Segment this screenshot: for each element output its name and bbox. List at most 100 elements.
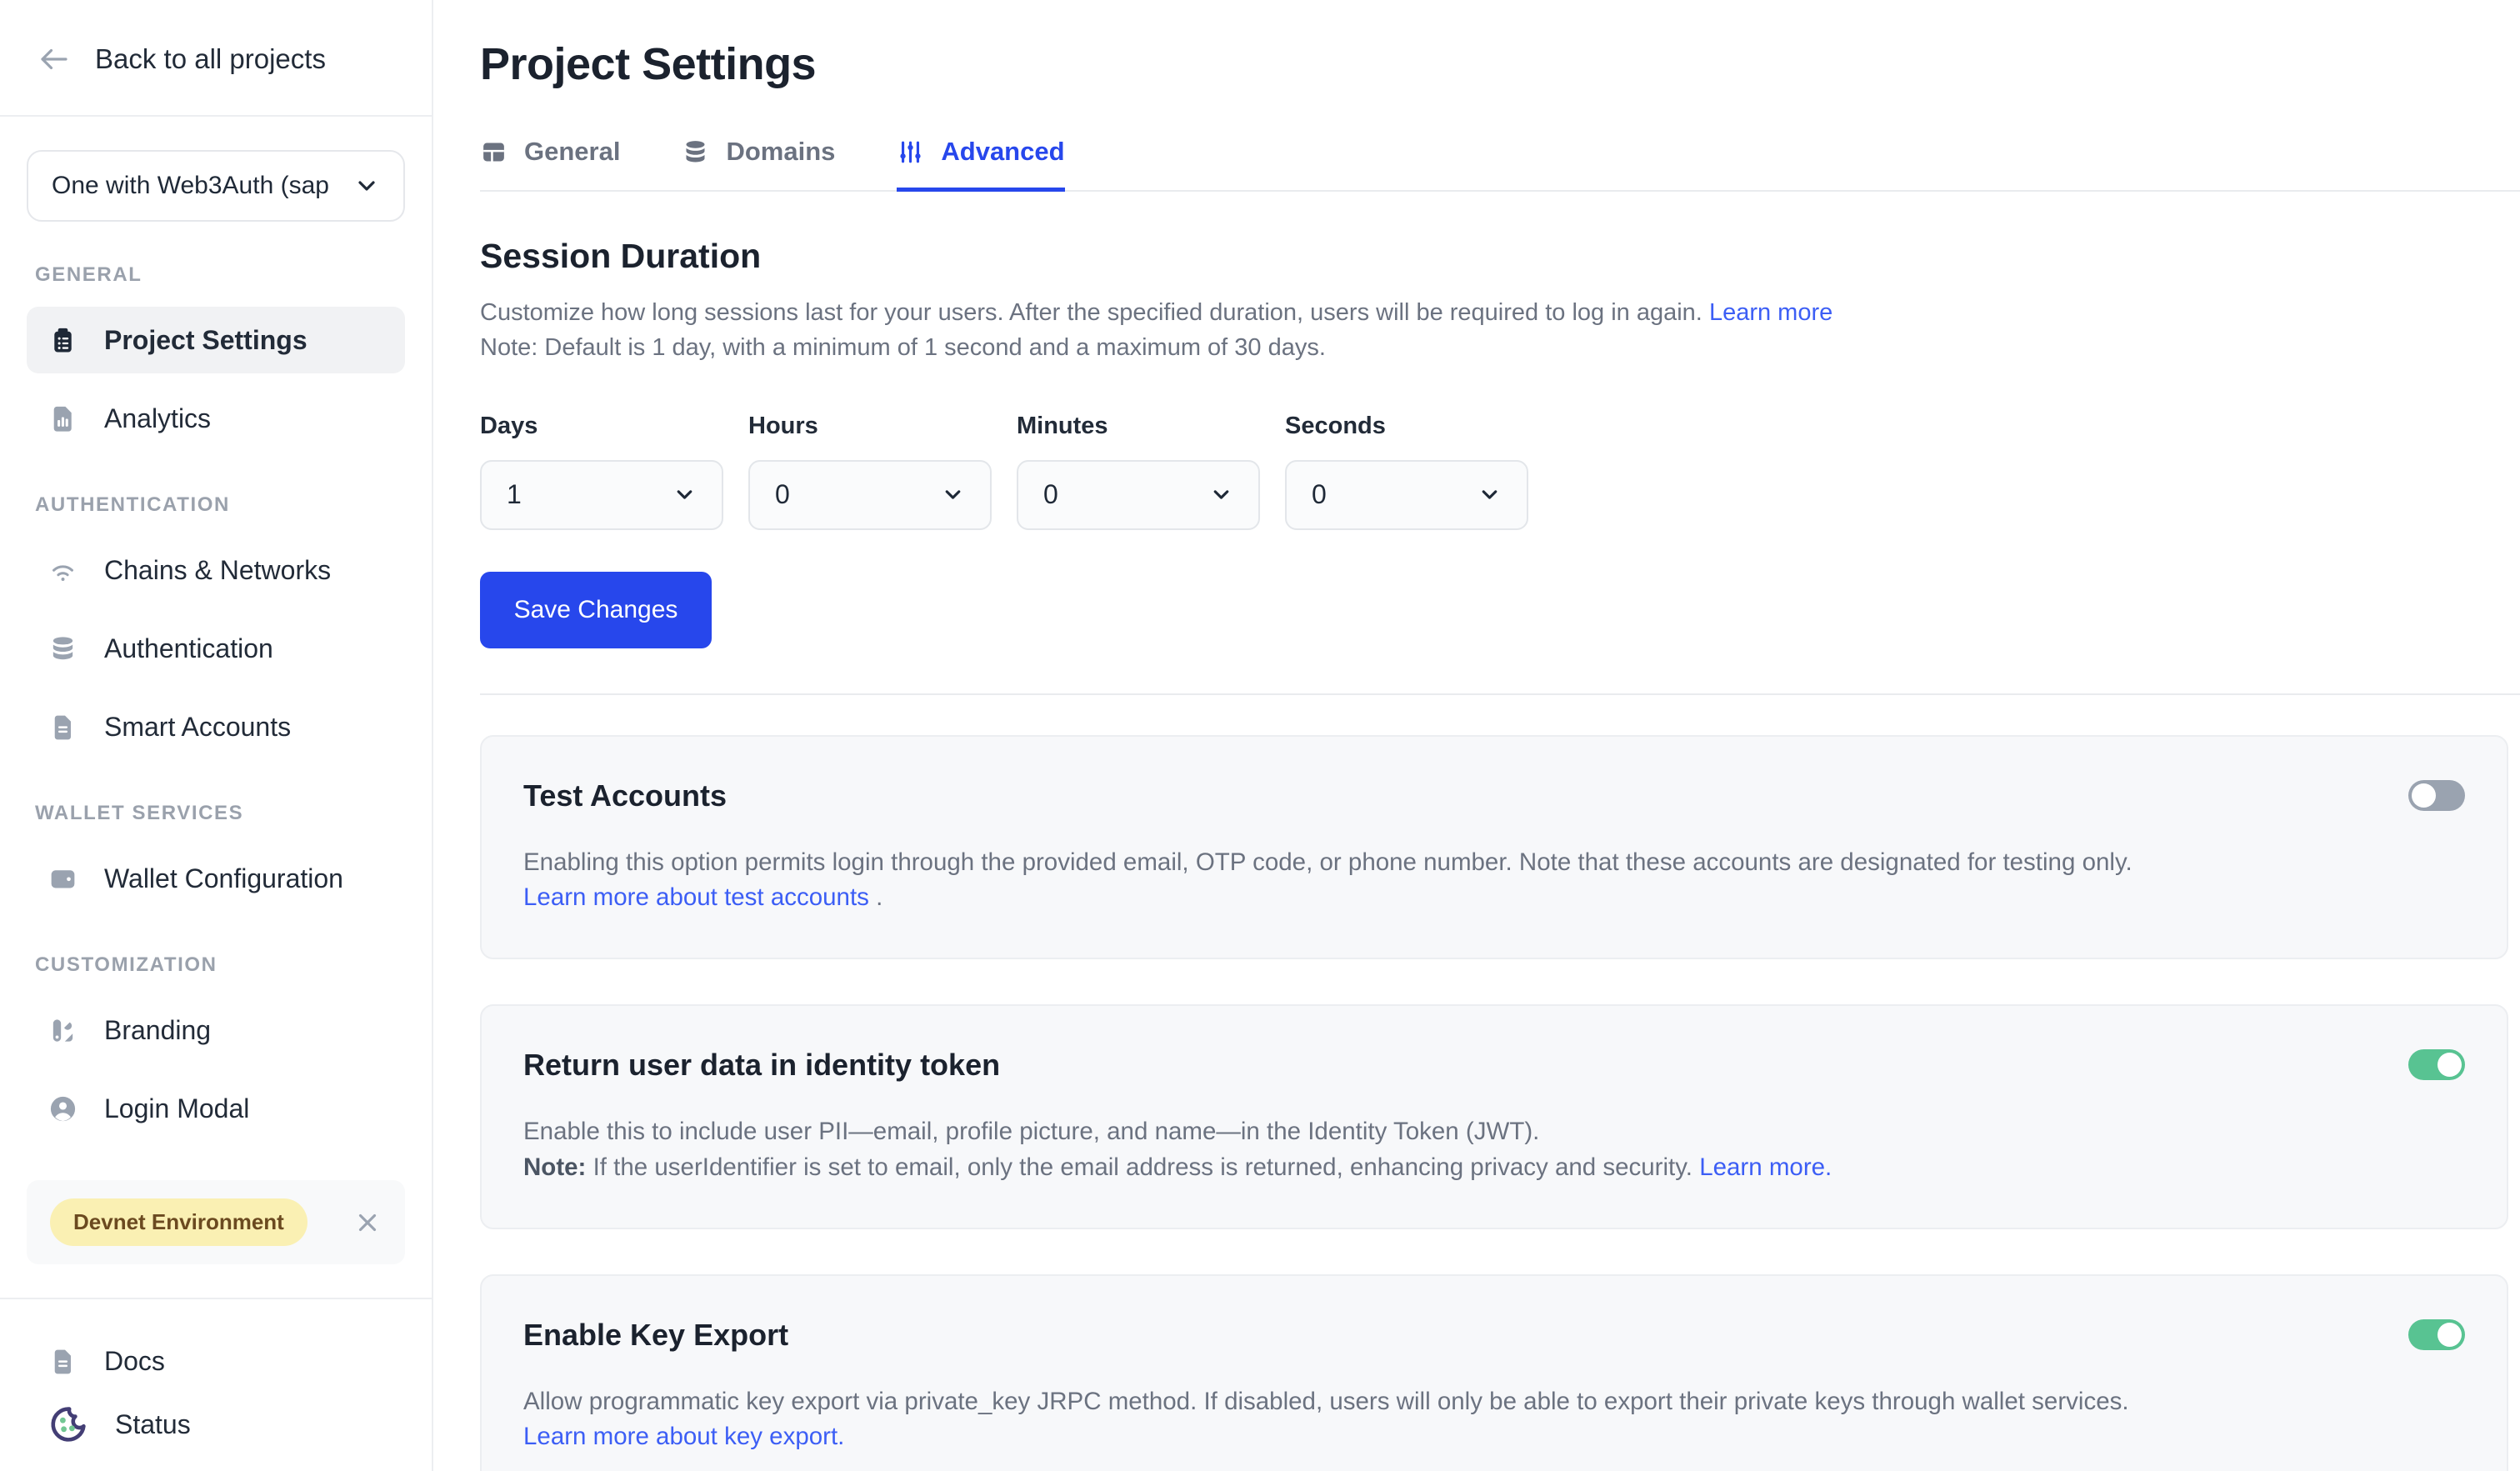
- document-icon: [48, 1347, 78, 1376]
- card-note-line: Note: If the userIdentifier is set to em…: [523, 1150, 2182, 1186]
- database-icon: [48, 634, 78, 663]
- section-label-customization: CUSTOMIZATION: [35, 953, 405, 977]
- sidebar-item-login-modal[interactable]: Login Modal: [27, 1075, 405, 1142]
- seconds-label: Seconds: [1285, 413, 1528, 440]
- card-title: Enable Key Export: [523, 1318, 2465, 1353]
- wallet-icon: [48, 864, 78, 893]
- duration-fields: Days 1 Hours 0 Minutes 0: [480, 413, 2520, 530]
- toggle-knob: [2438, 1323, 2462, 1347]
- tab-label: Advanced: [941, 137, 1064, 167]
- session-learn-more-link[interactable]: Learn more: [1709, 299, 1832, 326]
- nav-label: Chains & Networks: [104, 555, 331, 586]
- environment-card: Devnet Environment: [27, 1180, 405, 1264]
- identity-token-learn-more-link[interactable]: Learn more.: [1699, 1153, 1832, 1181]
- main-content: Project Settings General Domains Advance…: [433, 0, 2520, 1471]
- nav-label: Wallet Configuration: [104, 863, 343, 894]
- chevron-down-icon: [941, 483, 965, 507]
- nav-label: Analytics: [104, 403, 211, 434]
- sidebar: Back to all projects One with Web3Auth (…: [0, 0, 433, 1471]
- document-icon: [48, 713, 78, 742]
- card-title: Return user data in identity token: [523, 1048, 2465, 1083]
- hours-value: 0: [775, 479, 790, 510]
- chevron-down-icon: [1478, 483, 1502, 507]
- tab-domains[interactable]: Domains: [682, 137, 835, 190]
- seconds-select[interactable]: 0: [1285, 460, 1528, 530]
- note-label: Note:: [523, 1153, 586, 1181]
- test-accounts-card: Test Accounts Enabling this option permi…: [480, 735, 2508, 960]
- card-title: Test Accounts: [523, 778, 2465, 813]
- nav-label: Smart Accounts: [104, 712, 291, 743]
- environment-badge: Devnet Environment: [50, 1198, 308, 1246]
- user-icon: [48, 1094, 78, 1123]
- card-description: Enabling this option permits login throu…: [523, 845, 2182, 917]
- tab-advanced[interactable]: Advanced: [897, 137, 1064, 190]
- tab-label: Domains: [726, 137, 835, 167]
- seconds-field: Seconds 0: [1285, 413, 1528, 530]
- test-accounts-learn-more-link[interactable]: Learn more about test accounts: [523, 883, 869, 911]
- card-description-text: Enable this to include user PII—email, p…: [523, 1114, 2182, 1150]
- save-changes-button[interactable]: Save Changes: [480, 572, 712, 648]
- days-select[interactable]: 1: [480, 460, 723, 530]
- session-duration-title: Session Duration: [480, 237, 2520, 276]
- sidebar-item-project-settings[interactable]: Project Settings: [27, 307, 405, 373]
- sidebar-item-chains-networks[interactable]: Chains & Networks: [27, 537, 405, 603]
- chevron-down-icon: [353, 173, 380, 199]
- key-export-card: Enable Key Export Allow programmatic key…: [480, 1274, 2508, 1471]
- card-description: Allow programmatic key export via privat…: [523, 1384, 2182, 1456]
- session-description-line: Customize how long sessions last for you…: [480, 296, 2520, 331]
- sliders-icon: [897, 138, 924, 166]
- sidebar-item-branding[interactable]: Branding: [27, 997, 405, 1063]
- nav-label: Branding: [104, 1015, 211, 1046]
- tab-label: General: [524, 137, 620, 167]
- nav-label: Project Settings: [104, 325, 308, 356]
- page-title: Project Settings: [480, 38, 2520, 90]
- days-label: Days: [480, 413, 723, 440]
- days-field: Days 1: [480, 413, 723, 530]
- key-export-toggle[interactable]: [2408, 1319, 2465, 1350]
- sidebar-footer: Docs Status: [0, 1298, 432, 1471]
- test-accounts-toggle[interactable]: [2408, 780, 2465, 811]
- tab-general[interactable]: General: [480, 137, 620, 190]
- minutes-select[interactable]: 0: [1017, 460, 1260, 530]
- project-selector-value: One with Web3Auth (sap: [52, 172, 353, 200]
- clipboard-icon: [48, 326, 78, 355]
- sidebar-item-analytics[interactable]: Analytics: [27, 385, 405, 452]
- analytics-icon: [48, 404, 78, 433]
- section-divider: [480, 693, 2520, 695]
- cookie-icon: [48, 1404, 88, 1444]
- tab-bar: General Domains Advanced: [480, 137, 2520, 192]
- hours-label: Hours: [748, 413, 992, 440]
- card-description: Enable this to include user PII—email, p…: [523, 1114, 2182, 1186]
- chevron-down-icon: [672, 483, 697, 507]
- session-note-line: Note: Default is 1 day, with a minimum o…: [480, 331, 2520, 366]
- sidebar-footer-divider: [0, 1298, 432, 1299]
- key-export-learn-more-link[interactable]: Learn more about key export.: [523, 1419, 844, 1455]
- section-label-wallet-services: WALLET SERVICES: [35, 802, 405, 825]
- sidebar-item-status[interactable]: Status: [27, 1394, 405, 1454]
- sidebar-item-authentication[interactable]: Authentication: [27, 615, 405, 682]
- branding-icon: [48, 1016, 78, 1045]
- back-label: Back to all projects: [95, 43, 326, 75]
- minutes-field: Minutes 0: [1017, 413, 1260, 530]
- session-duration-description: Customize how long sessions last for you…: [480, 296, 2520, 366]
- toggle-knob: [2438, 1053, 2462, 1077]
- close-icon[interactable]: [353, 1208, 382, 1237]
- wifi-icon: [48, 556, 78, 585]
- identity-token-card: Return user data in identity token Enabl…: [480, 1004, 2508, 1229]
- days-value: 1: [507, 479, 522, 510]
- sidebar-nav: One with Web3Auth (sap GENERAL Project S…: [0, 117, 432, 1298]
- identity-token-toggle[interactable]: [2408, 1049, 2465, 1080]
- hours-select[interactable]: 0: [748, 460, 992, 530]
- back-to-projects-link[interactable]: Back to all projects: [0, 0, 432, 115]
- table-icon: [480, 138, 508, 166]
- sidebar-item-smart-accounts[interactable]: Smart Accounts: [27, 693, 405, 760]
- nav-label: Authentication: [104, 633, 273, 664]
- nav-label: Docs: [104, 1346, 165, 1377]
- card-description-text: Enabling this option permits login throu…: [523, 848, 2132, 876]
- sidebar-item-docs[interactable]: Docs: [27, 1331, 405, 1391]
- project-selector[interactable]: One with Web3Auth (sap: [27, 150, 405, 222]
- sidebar-item-wallet-configuration[interactable]: Wallet Configuration: [27, 845, 405, 912]
- note-text: If the userIdentifier is set to email, o…: [586, 1153, 1699, 1181]
- database-icon: [682, 138, 709, 166]
- card-description-text: Allow programmatic key export via privat…: [523, 1384, 2182, 1420]
